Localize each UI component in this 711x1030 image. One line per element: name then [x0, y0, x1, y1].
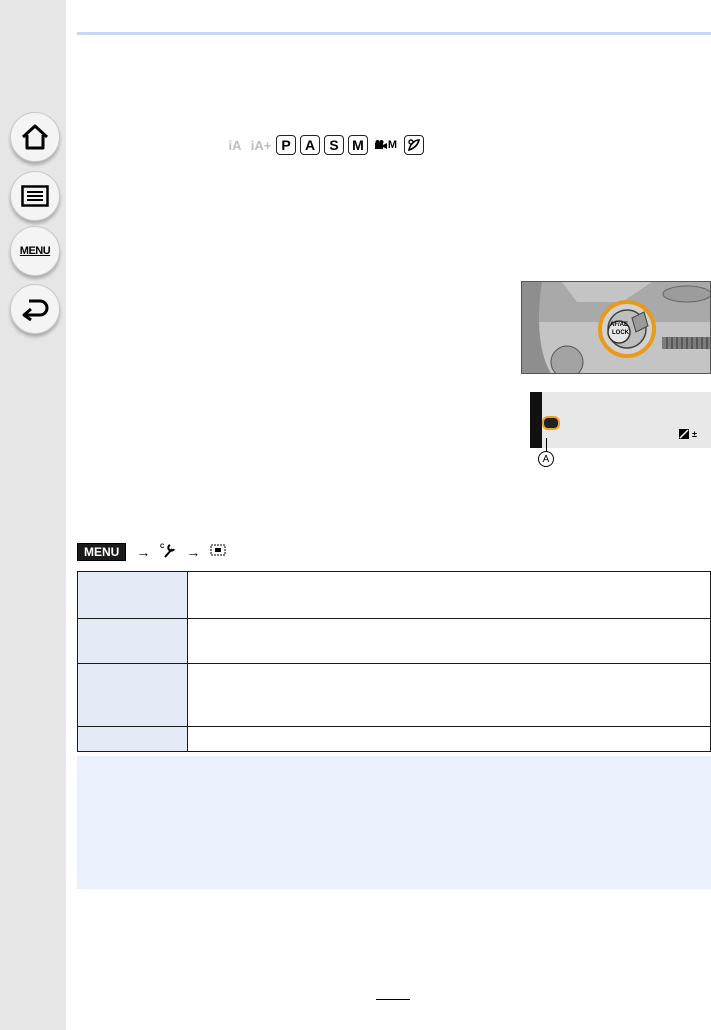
mode-a-icon: A: [300, 135, 320, 155]
svg-text:±: ±: [692, 429, 697, 439]
page-number-rule: [376, 999, 410, 1000]
table-row-label: [77, 571, 188, 619]
mode-ia-plus-icon: iA+: [250, 137, 272, 153]
camera-body-image: [522, 282, 710, 373]
back-arrow-icon: [22, 299, 49, 321]
table-row-label: [77, 618, 188, 664]
mode-p-icon: P: [276, 135, 296, 155]
menu-button[interactable]: MENU: [10, 226, 60, 276]
table-row-value: [187, 726, 711, 752]
movie-camera-icon: [374, 140, 387, 149]
mode-m-icon: M: [348, 135, 368, 155]
palette-icon: [407, 139, 421, 152]
mode-ia-icon: iA: [228, 137, 242, 153]
wrench-icon: C: [160, 544, 176, 558]
exposure-icon: ±: [679, 429, 697, 439]
notes-box: [77, 756, 711, 889]
custom-wrench-icon: C: [160, 542, 176, 562]
camera-button-photo: AF/AE LOCK: [521, 281, 711, 374]
menu-icon: MENU: [19, 245, 51, 257]
af-ae-lock-label: AF/AE: [610, 322, 628, 328]
callout-line: [546, 438, 547, 452]
table-row-value: [187, 663, 711, 727]
focus-frame-icon: [210, 544, 226, 556]
lock-indicator: [542, 416, 560, 430]
table-row: [77, 618, 711, 664]
table-row: [77, 663, 711, 727]
table-row: [77, 726, 711, 752]
path-separator: →: [136, 544, 151, 560]
home-icon: [21, 124, 49, 150]
af-ae-lock-label-2: LOCK: [612, 330, 629, 336]
mode-creative-control-icon: [404, 135, 424, 155]
applicable-modes: iA iA+ P A S M M: [224, 135, 424, 155]
table-row: [77, 571, 711, 619]
screen-display-figure: ±: [530, 392, 711, 448]
menu-tag: MENU: [77, 543, 127, 561]
home-button[interactable]: [10, 112, 60, 162]
mode-creative-video-icon: M: [372, 139, 400, 151]
contents-button[interactable]: [10, 171, 60, 221]
callout-a: A: [538, 451, 554, 467]
table-row-value: [187, 571, 711, 619]
header-rule: [77, 32, 711, 35]
mode-s-icon: S: [324, 135, 344, 155]
svg-text:C: C: [160, 544, 165, 550]
back-button[interactable]: [10, 284, 60, 334]
exposure-compensation-icon: ±: [679, 429, 701, 442]
menu-path: MENU → C →: [77, 542, 226, 562]
path-separator-2: →: [186, 544, 201, 560]
mode-video-label: M: [387, 139, 398, 151]
table-row-label: [77, 663, 188, 727]
fn-setting-icon: [210, 543, 226, 561]
settings-table: [77, 571, 711, 752]
sidebar: MENU: [0, 0, 66, 1030]
list-icon: [21, 185, 49, 207]
table-row-value: [187, 618, 711, 664]
table-row-label: [77, 726, 188, 752]
